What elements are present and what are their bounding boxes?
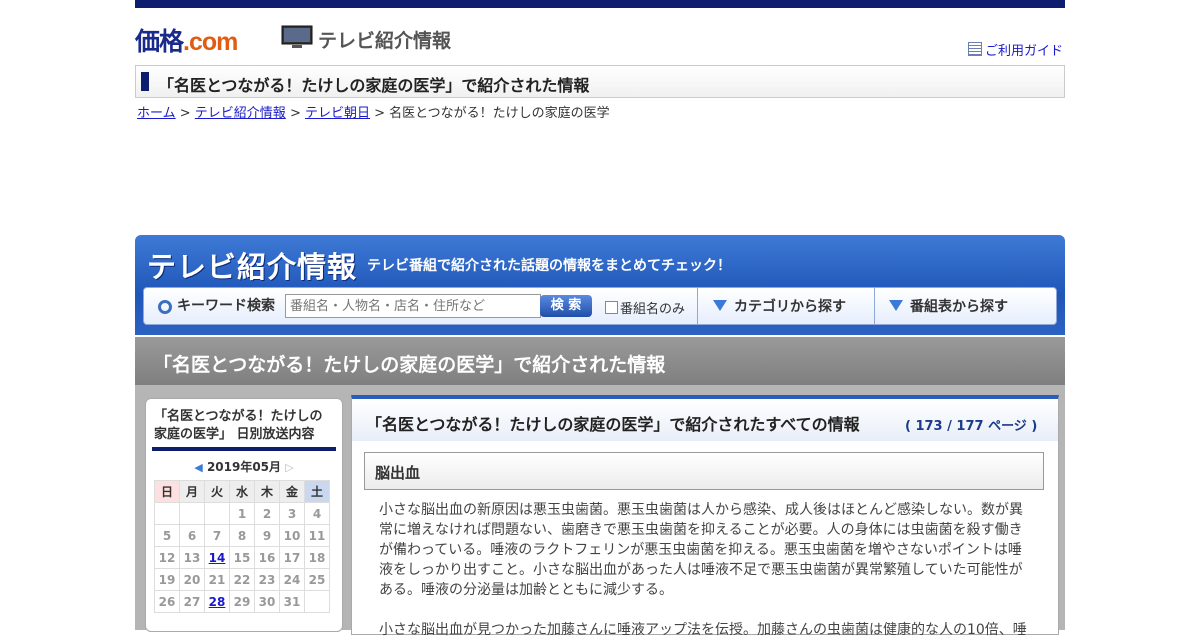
calendar-day: 5: [154, 524, 180, 547]
calendar-day: 27: [179, 590, 205, 613]
breadcrumb-home[interactable]: ホーム: [137, 106, 176, 121]
calendar-day: 13: [179, 546, 205, 569]
calendar-day: 17: [279, 546, 305, 569]
calendar-day: 21: [204, 568, 230, 591]
weekday-tue: 火: [204, 480, 230, 503]
page-count: ( 173 / 177 ページ ): [905, 419, 1038, 434]
kakaku-logo[interactable]: 価格.com: [135, 22, 238, 58]
calendar-day: 31: [279, 590, 305, 613]
calendar-day: 29: [229, 590, 255, 613]
calendar-day-link[interactable]: 28: [209, 595, 226, 609]
calendar-day: 9: [254, 524, 280, 547]
checkbox-icon[interactable]: [605, 301, 618, 314]
calendar-day: [154, 502, 180, 525]
breadcrumb-current: 名医とつながる！たけしの家庭の医学: [389, 106, 610, 121]
calendar-month: 2019年05月: [206, 460, 282, 474]
tv-info-banner: テレビ紹介情報 テレビ番組で紹介された話題の情報をまとめてチェック！ キーワード…: [135, 235, 1065, 335]
weekday-mon: 月: [179, 480, 205, 503]
calendar-day: 6: [179, 524, 205, 547]
calendar-day: 11: [304, 524, 330, 547]
section-header: 「名医とつながる！たけしの家庭の医学」で紹介された情報: [135, 337, 1065, 385]
calendar-day: 23: [254, 568, 280, 591]
content-panel: 「名医とつながる！たけしの家庭の医学」で紹介されたすべての情報 ( 173 / …: [351, 395, 1059, 638]
calendar-day: 26: [154, 590, 180, 613]
calendar-day: 2: [254, 502, 280, 525]
calendar-day: [204, 502, 230, 525]
banner-title: テレビ紹介情報: [147, 250, 358, 284]
search-icon: [158, 300, 172, 314]
calendar-day: 19: [154, 568, 180, 591]
calendar-day: 25: [304, 568, 330, 591]
top-navy-bar: [135, 0, 1065, 8]
tv-icon: [281, 25, 313, 48]
calendar-day: [179, 502, 205, 525]
banner-subtitle: テレビ番組で紹介された話題の情報をまとめてチェック！: [367, 258, 731, 274]
calendar-day: 30: [254, 590, 280, 613]
main-area: 「名医とつながる！たけしの家庭の医学」 日別放送内容 ◀ 2019年05月 ▷ …: [135, 385, 1065, 638]
title-accent-bar: [141, 72, 149, 91]
content-header: 「名医とつながる！たけしの家庭の医学」で紹介されたすべての情報 ( 173 / …: [352, 399, 1058, 441]
calendar-day-link[interactable]: 14: [209, 551, 226, 565]
weekday-fri: 金: [279, 480, 305, 503]
triangle-down-icon: [889, 300, 903, 311]
divider: [697, 288, 698, 324]
category-search-button[interactable]: カテゴリから探す: [713, 296, 846, 316]
search-button[interactable]: 検 索: [540, 295, 592, 317]
keyword-search-label: キーワード検索: [158, 295, 275, 315]
calendar-day: 8: [229, 524, 255, 547]
calendar-day: [304, 590, 330, 613]
calendar-day-linked[interactable]: 14: [204, 546, 230, 569]
content-heading: 「名医とつながる！たけしの家庭の医学」で紹介されたすべての情報: [366, 415, 860, 434]
search-bar: キーワード検索 検 索 番組名のみ カテゴリから探す 番組表から探す: [143, 287, 1057, 325]
calendar-day: 1: [229, 502, 255, 525]
calendar-day: 7: [204, 524, 230, 547]
divider: [874, 288, 875, 324]
calendar-day: 3: [279, 502, 305, 525]
breadcrumb-station[interactable]: テレビ朝日: [305, 106, 370, 121]
calendar-day: 20: [179, 568, 205, 591]
item-description-continued: 小さな脳出血が見つかった加藤さんに唾液アップ法を伝授。加藤さんの虫歯菌は健康的な…: [379, 622, 1027, 638]
weekday-wed: 水: [229, 480, 255, 503]
calendar-divider: [152, 447, 336, 451]
calendar-day: 10: [279, 524, 305, 547]
calendar-day: 24: [279, 568, 305, 591]
weekday-sun: 日: [154, 480, 180, 503]
search-input[interactable]: [285, 294, 541, 318]
weekday-thu: 木: [254, 480, 280, 503]
item-title: 脳出血: [375, 464, 421, 482]
calendar-month-nav: ◀ 2019年05月 ▷: [146, 458, 342, 475]
calendar-day: 18: [304, 546, 330, 569]
item-title-box: 脳出血: [364, 452, 1044, 490]
breadcrumb: ホーム > テレビ紹介情報 > テレビ朝日 > 名医とつながる！たけしの家庭の医…: [137, 106, 610, 121]
calendar-grid: 日 月 火 水 木 金 土 1 2 3 4 5 6 7 8 9 10 11 12…: [154, 480, 330, 613]
calendar-day-linked[interactable]: 28: [204, 590, 230, 613]
schedule-search-button[interactable]: 番組表から探す: [889, 296, 1008, 316]
item-description: 小さな脳出血の新原因は悪玉虫歯菌。悪玉虫歯菌は人から感染、成人後はほとんど感染し…: [379, 502, 1023, 598]
weekday-sat: 土: [304, 480, 330, 503]
calendar-day: 4: [304, 502, 330, 525]
calendar-panel: 「名医とつながる！たけしの家庭の医学」 日別放送内容 ◀ 2019年05月 ▷ …: [145, 398, 343, 632]
page-title: 「名医とつながる！たけしの家庭の医学」で紹介された情報: [158, 76, 590, 95]
calendar-title: 「名医とつながる！たけしの家庭の医学」 日別放送内容: [154, 409, 323, 442]
prev-month-icon[interactable]: ◀: [194, 461, 202, 474]
program-only-checkbox[interactable]: 番組名のみ: [605, 298, 685, 317]
section-logo-title: テレビ紹介情報: [318, 30, 452, 52]
page-title-box: 「名医とつながる！たけしの家庭の医学」で紹介された情報: [135, 65, 1065, 98]
triangle-down-icon: [713, 300, 727, 311]
calendar-day: 22: [229, 568, 255, 591]
calendar-day: 15: [229, 546, 255, 569]
section-header-title: 「名医とつながる！たけしの家庭の医学」で紹介された情報: [153, 354, 666, 376]
calendar-day: 16: [254, 546, 280, 569]
usage-guide-link[interactable]: ご利用ガイド: [967, 40, 1063, 59]
breadcrumb-tv-info[interactable]: テレビ紹介情報: [195, 106, 286, 121]
calendar-day: 12: [154, 546, 180, 569]
next-month-icon[interactable]: ▷: [285, 461, 293, 474]
document-icon: [967, 42, 982, 56]
